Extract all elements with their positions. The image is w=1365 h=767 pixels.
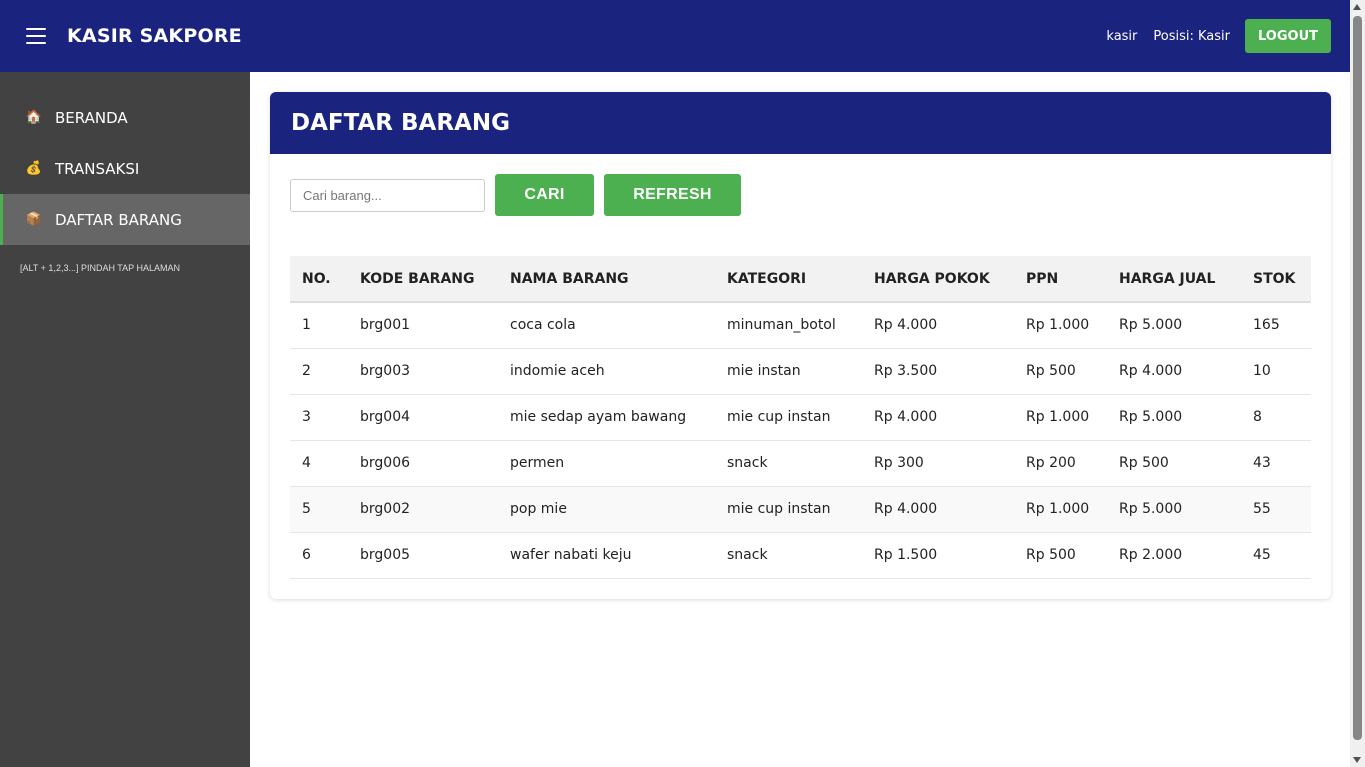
table-cell: Rp 5.000 [1107, 486, 1241, 533]
user-name: kasir [1106, 28, 1138, 44]
sidebar-item-daftar-barang[interactable]: 📦 DAFTAR BARANG [0, 194, 250, 245]
table-cell: brg005 [348, 532, 498, 579]
search-button[interactable]: CARI [495, 174, 594, 216]
table-cell: Rp 300 [862, 440, 1014, 487]
table-cell: minuman_botol [715, 302, 862, 349]
table-row[interactable]: 6 brg005 wafer nabati keju snack Rp 1.50… [290, 532, 1311, 579]
hamburger-menu-icon[interactable] [26, 28, 46, 44]
user-position: Posisi: Kasir [1153, 28, 1230, 44]
table-cell: Rp 3.500 [862, 348, 1014, 395]
items-table: NO. KODE BARANG NAMA BARANG KATEGORI HAR… [290, 256, 1311, 579]
table-cell: 8 [1241, 394, 1311, 441]
sidebar-item-label: BERANDA [55, 108, 128, 127]
table-cell: brg001 [348, 302, 498, 349]
table-cell: 55 [1241, 486, 1311, 533]
table-row[interactable]: 5 brg002 pop mie mie cup instan Rp 4.000… [290, 486, 1311, 533]
table-cell: Rp 5.000 [1107, 394, 1241, 441]
table-cell: mie instan [715, 348, 862, 395]
table-cell: permen [498, 440, 715, 487]
table-cell: Rp 1.500 [862, 532, 1014, 579]
refresh-button[interactable]: REFRESH [604, 174, 741, 216]
table-cell: brg006 [348, 440, 498, 487]
column-header: HARGA JUAL [1107, 256, 1241, 303]
table-cell: Rp 1.000 [1014, 486, 1107, 533]
table-cell: 6 [290, 532, 348, 579]
table-cell: Rp 500 [1014, 532, 1107, 579]
top-navbar: KASIR SAKPORE kasir Posisi: Kasir LOGOUT [0, 0, 1350, 72]
column-header: NAMA BARANG [498, 256, 715, 303]
table-cell: Rp 4.000 [862, 302, 1014, 349]
table-cell: Rp 500 [1107, 440, 1241, 487]
keyboard-shortcut-hint: [ALT + 1,2,3...] PINDAH TAP HALAMAN [20, 263, 180, 273]
table-cell: Rp 4.000 [862, 394, 1014, 441]
column-header: KODE BARANG [348, 256, 498, 303]
table-cell: 10 [1241, 348, 1311, 395]
table-cell: brg002 [348, 486, 498, 533]
item-list-card: DAFTAR BARANG CARI REFRESH NO. KODE BARA… [270, 92, 1331, 599]
table-cell: mie cup instan [715, 394, 862, 441]
app-title: KASIR SAKPORE [67, 25, 242, 47]
table-cell: 5 [290, 486, 348, 533]
table-cell: mie sedap ayam bawang [498, 394, 715, 441]
column-header: PPN [1014, 256, 1107, 303]
column-header: KATEGORI [715, 256, 862, 303]
table-cell: pop mie [498, 486, 715, 533]
sidebar-item-beranda[interactable]: 🏠 BERANDA [0, 92, 250, 143]
table-header-row: NO. KODE BARANG NAMA BARANG KATEGORI HAR… [290, 256, 1311, 303]
column-header: HARGA POKOK [862, 256, 1014, 303]
card-header: DAFTAR BARANG [270, 92, 1331, 154]
scrollbar-thumb[interactable] [1353, 16, 1362, 740]
search-input[interactable] [290, 178, 485, 212]
table-cell: Rp 4.000 [862, 486, 1014, 533]
column-header: STOK [1241, 256, 1311, 303]
table-cell: 2 [290, 348, 348, 395]
table-cell: 43 [1241, 440, 1311, 487]
table-cell: brg004 [348, 394, 498, 441]
table-cell: Rp 2.000 [1107, 532, 1241, 579]
house-icon: 🏠 [25, 110, 43, 125]
sidebar-item-label: DAFTAR BARANG [55, 210, 182, 229]
table-cell: brg003 [348, 348, 498, 395]
table-cell: Rp 1.000 [1014, 394, 1107, 441]
table-cell: coca cola [498, 302, 715, 349]
table-cell: wafer nabati keju [498, 532, 715, 579]
table-cell: 4 [290, 440, 348, 487]
table-cell: Rp 500 [1014, 348, 1107, 395]
column-header: NO. [290, 256, 348, 303]
scroll-up-arrow-icon[interactable] [1353, 4, 1361, 10]
table-cell: 45 [1241, 532, 1311, 579]
table-cell: Rp 1.000 [1014, 302, 1107, 349]
table-row[interactable]: 3 brg004 mie sedap ayam bawang mie cup i… [290, 394, 1311, 441]
logout-button[interactable]: LOGOUT [1245, 19, 1331, 53]
table-row[interactable]: 1 brg001 coca cola minuman_botol Rp 4.00… [290, 302, 1311, 349]
sidebar-item-transaksi[interactable]: 💰 TRANSAKSI [0, 143, 250, 194]
table-cell: 165 [1241, 302, 1311, 349]
table-cell: 1 [290, 302, 348, 349]
table-cell: Rp 4.000 [1107, 348, 1241, 395]
search-toolbar: CARI REFRESH [290, 174, 741, 216]
page-title: DAFTAR BARANG [291, 110, 510, 136]
table-cell: indomie aceh [498, 348, 715, 395]
user-area: kasir Posisi: Kasir LOGOUT [1106, 19, 1331, 53]
table-cell: Rp 5.000 [1107, 302, 1241, 349]
table-cell: snack [715, 532, 862, 579]
table-row[interactable]: 2 brg003 indomie aceh mie instan Rp 3.50… [290, 348, 1311, 395]
sidebar: 🏠 BERANDA 💰 TRANSAKSI 📦 DAFTAR BARANG [A… [0, 72, 250, 767]
vertical-scrollbar[interactable] [1350, 0, 1365, 767]
table-cell: snack [715, 440, 862, 487]
package-icon: 📦 [25, 212, 43, 227]
table-cell: 3 [290, 394, 348, 441]
scroll-down-arrow-icon[interactable] [1353, 757, 1361, 763]
table-cell: mie cup instan [715, 486, 862, 533]
sidebar-item-label: TRANSAKSI [55, 159, 140, 178]
money-bag-icon: 💰 [25, 161, 43, 176]
table-row[interactable]: 4 brg006 permen snack Rp 300 Rp 200 Rp 5… [290, 440, 1311, 487]
table-cell: Rp 200 [1014, 440, 1107, 487]
